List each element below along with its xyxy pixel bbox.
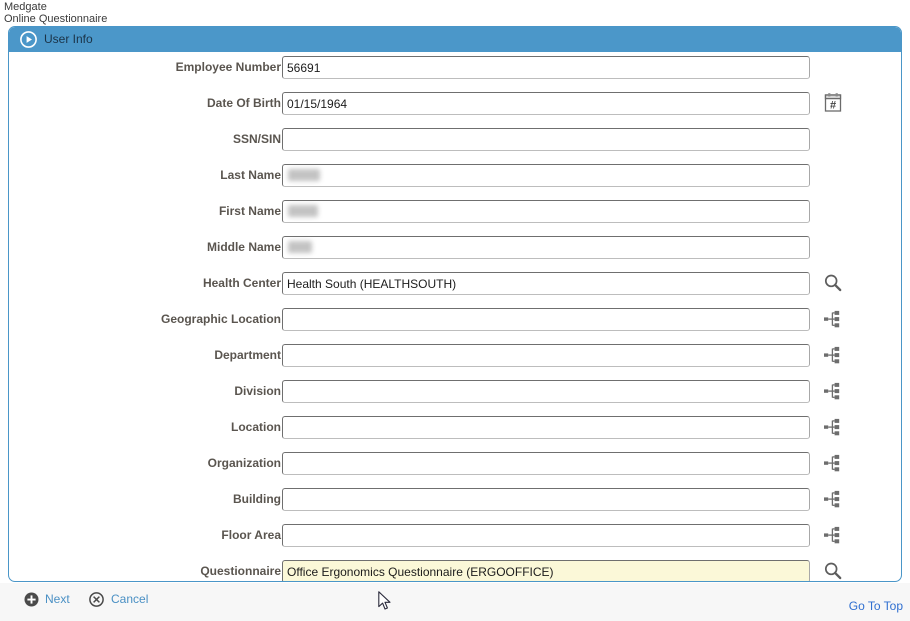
- field-input[interactable]: [282, 200, 810, 223]
- field-label: Date Of Birth: [206, 96, 281, 110]
- field-input[interactable]: [282, 308, 810, 331]
- tree-picker-icon[interactable]: [821, 487, 845, 511]
- field-row: Location: [9, 412, 901, 448]
- field-input[interactable]: [282, 560, 810, 581]
- field-input[interactable]: [282, 416, 810, 439]
- form-footer: Next Cancel Go To Top: [0, 583, 910, 621]
- field-row: SSN/SIN: [9, 124, 901, 160]
- search-picker-icon[interactable]: [821, 271, 845, 295]
- field-label: Location: [231, 420, 281, 434]
- field-input[interactable]: [282, 524, 810, 547]
- field-row: Health Center: [9, 268, 901, 304]
- field-row: First Name: [9, 196, 901, 232]
- field-label: Organization: [207, 456, 281, 470]
- field-input[interactable]: [282, 344, 810, 367]
- field-label: Building: [233, 492, 281, 506]
- tree-picker-icon[interactable]: [821, 523, 845, 547]
- field-label: Employee Number: [175, 60, 281, 74]
- field-row: Questionnaire: [9, 556, 901, 581]
- tree-picker-icon[interactable]: [821, 451, 845, 475]
- field-row: Last Name: [9, 160, 901, 196]
- field-row: Department: [9, 340, 901, 376]
- field-row: Date Of Birth #: [9, 88, 901, 124]
- field-input[interactable]: [282, 164, 810, 187]
- plus-circle-icon[interactable]: [24, 592, 39, 607]
- cancel-button[interactable]: Cancel: [111, 592, 148, 606]
- field-input[interactable]: [282, 56, 810, 79]
- field-input[interactable]: [282, 272, 810, 295]
- svg-text:#: #: [830, 99, 836, 111]
- field-row: Floor Area: [9, 520, 901, 556]
- field-input[interactable]: [282, 452, 810, 475]
- field-row: Employee Number: [9, 52, 901, 88]
- brand-line-1: Medgate: [4, 1, 47, 13]
- user-info-form: Employee Number Date Of Birth # SSN/SIN Last…: [9, 52, 901, 581]
- field-row: Middle Name: [9, 232, 901, 268]
- field-label: SSN/SIN: [232, 132, 281, 146]
- field-label: Floor Area: [221, 528, 281, 542]
- tree-picker-icon[interactable]: [821, 379, 845, 403]
- tree-picker-icon[interactable]: [821, 307, 845, 331]
- field-label: Geographic Location: [160, 312, 281, 326]
- next-button[interactable]: Next: [45, 592, 70, 606]
- field-label: Last Name: [220, 168, 281, 182]
- brand-line-2: Online Questionnaire: [4, 13, 108, 25]
- field-label: Health Center: [202, 276, 281, 290]
- field-row: Building: [9, 484, 901, 520]
- section-title: User Info: [44, 32, 93, 46]
- field-input[interactable]: [282, 128, 810, 151]
- field-row: Geographic Location: [9, 304, 901, 340]
- field-input[interactable]: [282, 488, 810, 511]
- brand-header: Medgate Online Questionnaire: [4, 1, 107, 25]
- search-picker-icon[interactable]: [821, 559, 845, 581]
- field-label: Division: [234, 384, 281, 398]
- field-row: Organization: [9, 448, 901, 484]
- field-label: Questionnaire: [200, 564, 281, 578]
- field-label: First Name: [218, 204, 281, 218]
- tree-picker-icon[interactable]: [821, 343, 845, 367]
- go-to-top-link[interactable]: Go To Top: [849, 599, 903, 613]
- calendar-picker-icon[interactable]: #: [821, 91, 845, 115]
- field-label: Middle Name: [206, 240, 281, 254]
- user-info-panel: User Info Employee Number Date Of Birth # S…: [8, 26, 902, 582]
- play-circle-icon[interactable]: [20, 31, 37, 48]
- field-row: Division: [9, 376, 901, 412]
- x-circle-icon[interactable]: [89, 592, 104, 607]
- field-input[interactable]: [282, 380, 810, 403]
- field-input[interactable]: [282, 92, 810, 115]
- field-label: Department: [214, 348, 281, 362]
- section-header: User Info: [9, 27, 901, 52]
- tree-picker-icon[interactable]: [821, 415, 845, 439]
- field-input[interactable]: [282, 236, 810, 259]
